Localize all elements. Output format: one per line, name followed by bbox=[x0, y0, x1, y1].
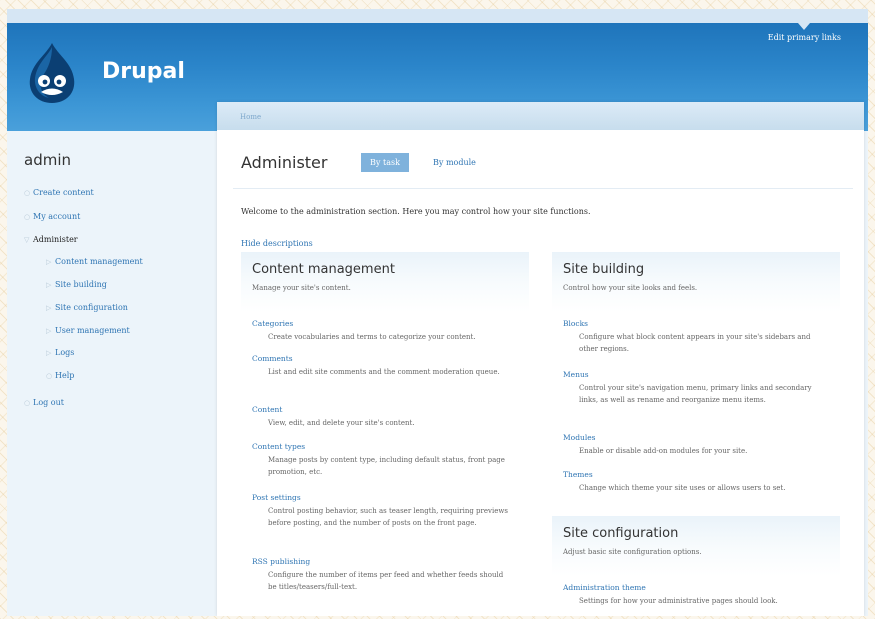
panel-title: Site building bbox=[563, 262, 645, 277]
admin-link-content[interactable]: Content bbox=[252, 405, 282, 414]
admin-link-description: Enable or disable add-on modules for you… bbox=[579, 447, 748, 455]
sidebar-item-label: User management bbox=[55, 326, 130, 335]
expanded-triangle-icon: ▽ bbox=[24, 236, 30, 244]
primary-links-caret-icon bbox=[798, 23, 810, 30]
sidebar-item-label: Help bbox=[55, 371, 75, 380]
admin-link-description: View, edit, and delete your site's conte… bbox=[268, 419, 415, 427]
admin-link-administration-theme[interactable]: Administration theme bbox=[563, 583, 646, 592]
collapsed-triangle-icon: ▷ bbox=[46, 327, 52, 335]
breadcrumb-home-link[interactable]: Home bbox=[240, 113, 261, 121]
page: Edit primary links Drupal admin ○ Create … bbox=[7, 9, 868, 616]
edit-primary-links-link[interactable]: Edit primary links bbox=[768, 33, 841, 42]
content-management-panel: Content management Manage your site's co… bbox=[241, 252, 529, 608]
sidebar-item-label: My account bbox=[33, 212, 81, 221]
circle-bullet-icon: ○ bbox=[24, 189, 31, 197]
sidebar-item-administer[interactable]: ▽ Administer bbox=[24, 235, 78, 244]
circle-bullet-icon: ○ bbox=[24, 399, 31, 407]
admin-link-blocks[interactable]: Blocks bbox=[563, 319, 588, 328]
admin-link-description: Change which theme your site uses or all… bbox=[579, 484, 786, 492]
admin-link-description: Settings for how your administrative pag… bbox=[579, 597, 778, 605]
collapsed-triangle-icon: ▷ bbox=[46, 281, 52, 289]
sidebar-item-label: Site building bbox=[55, 280, 107, 289]
admin-link-themes[interactable]: Themes bbox=[563, 470, 593, 479]
collapsed-triangle-icon: ▷ bbox=[46, 349, 52, 357]
collapsed-triangle-icon: ▷ bbox=[46, 304, 52, 312]
sidebar-item-logs[interactable]: ▷ Logs bbox=[46, 348, 74, 357]
hide-descriptions-link[interactable]: Hide descriptions bbox=[241, 239, 313, 248]
admin-link-menus[interactable]: Menus bbox=[563, 370, 589, 379]
site-name[interactable]: Drupal bbox=[102, 59, 185, 84]
main-content: Home Administer By task By module Welcom… bbox=[217, 102, 864, 616]
sidebar-item-help[interactable]: ○ Help bbox=[46, 371, 74, 380]
sidebar-item-label: Administer bbox=[33, 235, 78, 244]
drupal-drop-icon[interactable] bbox=[24, 41, 80, 105]
panel-description: Adjust basic site configuration options. bbox=[563, 548, 702, 556]
sidebar-item-label: Create content bbox=[33, 188, 94, 197]
sidebar-item-content-management[interactable]: ▷ Content management bbox=[46, 257, 143, 266]
circle-bullet-icon: ○ bbox=[46, 372, 53, 380]
admin-link-description: Manage posts by content type, including … bbox=[268, 456, 505, 476]
sidebar-item-label: Logs bbox=[55, 348, 75, 357]
tab-by-module[interactable]: By module bbox=[433, 158, 476, 167]
admin-link-description: Configure what block content appears in … bbox=[579, 333, 811, 353]
sidebar-item-label: Site configuration bbox=[55, 303, 128, 312]
panel-description: Control how your site looks and feels. bbox=[563, 284, 698, 292]
admin-link-post-settings[interactable]: Post settings bbox=[252, 493, 301, 502]
sidebar-item-site-building[interactable]: ▷ Site building bbox=[46, 280, 107, 289]
sidebar-item-label: Content management bbox=[55, 257, 143, 266]
admin-link-description: Control posting behavior, such as teaser… bbox=[268, 507, 508, 527]
sidebar-item-site-configuration[interactable]: ▷ Site configuration bbox=[46, 303, 128, 312]
site-building-panel: Site building Control how your site look… bbox=[552, 252, 840, 504]
page-title: Administer bbox=[241, 153, 328, 172]
sidebar-item-create-content[interactable]: ○ Create content bbox=[24, 188, 94, 197]
panel-title: Content management bbox=[252, 262, 395, 277]
admin-link-description: Control your site's navigation menu, pri… bbox=[579, 384, 812, 404]
admin-link-content-types[interactable]: Content types bbox=[252, 442, 305, 451]
admin-link-categories[interactable]: Categories bbox=[252, 319, 293, 328]
sidebar-item-label: Log out bbox=[33, 398, 64, 407]
admin-link-description: Configure the number of items per feed a… bbox=[268, 571, 504, 591]
sidebar-item-my-account[interactable]: ○ My account bbox=[24, 212, 80, 221]
collapsed-triangle-icon: ▷ bbox=[46, 258, 52, 266]
admin-link-comments[interactable]: Comments bbox=[252, 354, 293, 363]
sidebar-title: admin bbox=[24, 151, 71, 169]
admin-link-description: Create vocabularies and terms to categor… bbox=[268, 333, 476, 341]
sidebar-item-log-out[interactable]: ○ Log out bbox=[24, 398, 64, 407]
panel-description: Manage your site's content. bbox=[252, 284, 351, 292]
divider bbox=[233, 188, 853, 189]
header-top-bar bbox=[7, 9, 868, 23]
admin-link-description: List and edit site comments and the comm… bbox=[268, 368, 500, 376]
intro-text: Welcome to the administration section. H… bbox=[241, 207, 591, 216]
breadcrumb: Home bbox=[217, 102, 864, 130]
admin-link-modules[interactable]: Modules bbox=[563, 433, 596, 442]
circle-bullet-icon: ○ bbox=[24, 213, 31, 221]
panel-title: Site configuration bbox=[563, 526, 679, 541]
tab-by-task[interactable]: By task bbox=[361, 153, 409, 172]
admin-link-rss-publishing[interactable]: RSS publishing bbox=[252, 557, 310, 566]
sidebar-item-user-management[interactable]: ▷ User management bbox=[46, 326, 130, 335]
site-configuration-panel: Site configuration Adjust basic site con… bbox=[552, 516, 840, 616]
